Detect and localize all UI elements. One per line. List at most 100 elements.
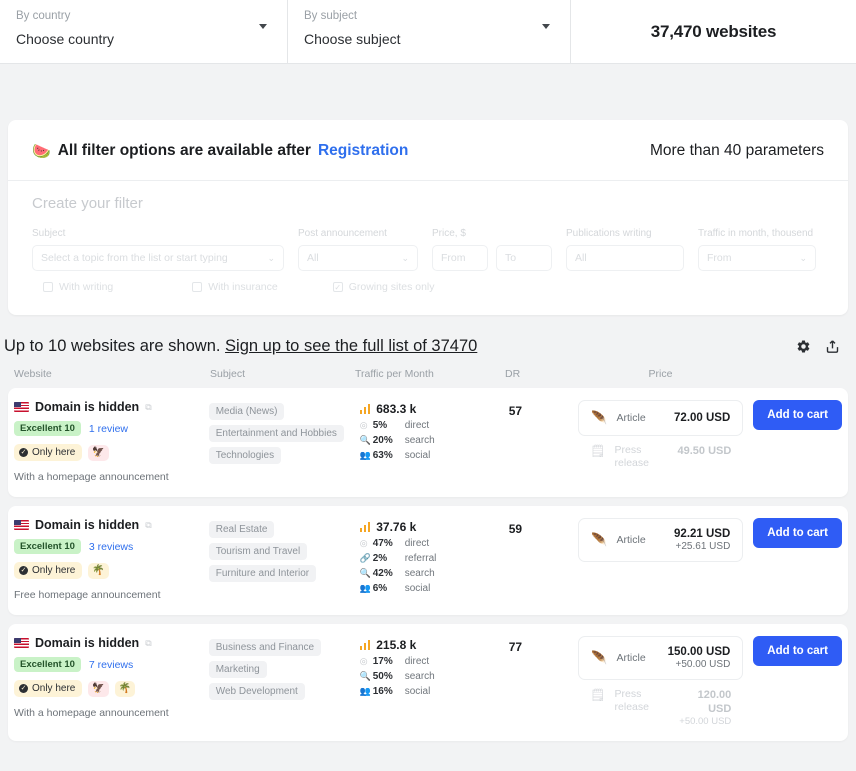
traffic-source: ◎ 5% direct: [360, 420, 509, 431]
secondary-price-amount: 120.00 USD +50.00 USD: [679, 689, 732, 727]
check-icon: ✓: [19, 566, 28, 575]
dr-cell: 77: [509, 636, 577, 727]
add-to-cart-button[interactable]: Add to cart: [753, 636, 842, 666]
primary-price[interactable]: 🪶 Article 150.00 USD +50.00 USD: [578, 636, 744, 680]
subject-tag[interactable]: Furniture and Interior: [208, 565, 317, 582]
traffic-source-name: direct: [404, 420, 430, 431]
signup-link[interactable]: Sign up to see the full list of 37470: [225, 337, 477, 355]
traffic-source: 🔍 20% search: [360, 435, 509, 446]
pub-field-label: Publications writing: [566, 228, 652, 239]
primary-price[interactable]: 🪶 Article 92.21 USD +25.61 USD: [578, 518, 744, 562]
external-link-icon[interactable]: ⧉: [145, 638, 151, 649]
secondary-price[interactable]: 🗒 Press release 120.00 USD +50.00 USD: [578, 680, 743, 727]
traffic-source: ◎ 47% direct: [360, 538, 509, 549]
traffic-source-name: direct: [404, 538, 430, 549]
traffic-source: 👥 6% social: [360, 583, 509, 594]
traffic-field-label: Traffic in month, thousend: [698, 228, 814, 239]
subject-value: Choose subject: [304, 31, 401, 47]
document-icon: 🗒: [590, 688, 606, 702]
post-field-label: Post announcement: [298, 228, 387, 239]
col-dr: DR: [505, 368, 521, 380]
registration-link[interactable]: Registration: [318, 142, 408, 160]
subject-tag[interactable]: Business and Finance: [208, 639, 322, 656]
dr-cell: 59: [509, 518, 577, 601]
traffic-source-pct: 50%: [372, 671, 393, 682]
dr-value: 59: [508, 522, 523, 536]
feather-icon: 🪶: [591, 410, 608, 425]
secondary-price[interactable]: 🗒 Press release 49.50 USD: [578, 436, 743, 470]
search-icon: 🔍: [359, 671, 371, 681]
bar-chart-icon: [359, 404, 371, 414]
checkbox-with-writing[interactable]: With writing: [43, 281, 113, 293]
primary-price-type: Article: [616, 534, 646, 546]
bar-chart-icon: [359, 522, 371, 532]
search-icon: 🔍: [359, 568, 371, 578]
traffic-field-value: From: [707, 252, 732, 264]
website-note: With a homepage announcement: [14, 707, 169, 719]
traffic-cell: 37.76 k ◎ 47% direct 🔗 2% referral 🔍 42%…: [359, 518, 509, 601]
traffic-source: 👥 16% social: [360, 686, 509, 697]
traffic-source-pct: 63%: [372, 450, 393, 461]
subject-tag[interactable]: Tourism and Travel: [208, 543, 308, 560]
field-post-announcement: Post announcement All ⌄: [298, 228, 418, 271]
add-to-cart-button[interactable]: Add to cart: [753, 518, 842, 548]
subject-tag[interactable]: Web Development: [208, 683, 305, 700]
country-selector[interactable]: By country Choose country: [0, 0, 288, 63]
website-cell: Domain is hidden ⧉ Excellent 10 7 review…: [8, 636, 209, 727]
price-cell: 🪶 Article 92.21 USD +25.61 USD Add to car…: [576, 518, 848, 601]
subject-selector[interactable]: By subject Choose subject: [288, 0, 571, 63]
reviews-link[interactable]: 1 review: [89, 423, 128, 435]
chevron-down-icon: ⌄: [799, 252, 807, 263]
traffic-source-name: social: [404, 686, 431, 697]
external-link-icon[interactable]: ⧉: [145, 402, 151, 413]
external-link-icon[interactable]: ⧉: [145, 520, 151, 531]
filter-promo-title: All filter options are available after: [57, 142, 311, 159]
filter-card-header: 🍉 All filter options are available after…: [8, 120, 848, 181]
only-here-badge: ✓ Only here: [14, 680, 83, 697]
col-traffic: Traffic per Month: [355, 368, 434, 380]
traffic-cell: 683.3 k ◎ 5% direct 🔍 20% search 👥 63% s…: [359, 400, 509, 483]
secondary-price-type: Press release: [614, 444, 649, 469]
subject-tag[interactable]: Media (News): [208, 403, 285, 420]
chevron-down-icon: ⌄: [267, 252, 275, 263]
price-to-input[interactable]: To: [496, 245, 552, 271]
subject-field-input[interactable]: Select a topic from the list or start ty…: [32, 245, 284, 271]
traffic-source: 🔍 50% search: [360, 671, 509, 682]
traffic-field-input[interactable]: From ⌄: [698, 245, 816, 271]
pub-field-input[interactable]: All: [566, 245, 684, 271]
search-icon: 🔍: [359, 435, 371, 445]
price-from-input[interactable]: From: [432, 245, 488, 271]
table-header: Website Subject Traffic per Month DR Pri…: [0, 368, 856, 388]
subject-tag[interactable]: Entertainment and Hobbies: [208, 425, 344, 442]
badge-chip: 🌴: [114, 680, 136, 697]
parameters-note: More than 40 parameters: [649, 142, 824, 159]
subject-field-placeholder: Select a topic from the list or start ty…: [41, 252, 228, 264]
badge-chip: 🦅: [88, 444, 109, 461]
website-note: With a homepage announcement: [14, 471, 169, 483]
gear-icon[interactable]: [796, 339, 811, 354]
checkbox-growing-sites[interactable]: ✓ Growing sites only: [332, 281, 435, 293]
country-label: By country: [16, 10, 71, 22]
only-here-badge: ✓ Only here: [14, 444, 83, 461]
post-field-input[interactable]: All ⌄: [298, 245, 418, 271]
filter-card: 🍉 All filter options are available after…: [8, 120, 848, 315]
subject-tag[interactable]: Technologies: [208, 447, 282, 464]
domain-name: Domain is hidden: [35, 518, 140, 532]
checkbox-with-insurance[interactable]: With insurance: [192, 281, 278, 293]
price-cell: 🪶 Article 150.00 USD +50.00 USD Add to ca…: [576, 636, 848, 727]
add-to-cart-button[interactable]: Add to cart: [753, 400, 842, 430]
subject-tag[interactable]: Marketing: [208, 661, 267, 678]
reviews-link[interactable]: 7 reviews: [89, 659, 133, 671]
checkbox-growing-sites-label: Growing sites only: [348, 281, 435, 293]
export-icon[interactable]: [825, 339, 840, 354]
traffic-source-pct: 5%: [372, 420, 388, 431]
primary-price[interactable]: 🪶 Article 72.00 USD: [578, 400, 744, 436]
price-cell: 🪶 Article 72.00 USD Add to cart 🗒 Press …: [576, 400, 848, 483]
country-value: Choose country: [16, 31, 115, 47]
domain-name: Domain is hidden: [35, 400, 140, 414]
table-row: Domain is hidden ⧉ Excellent 10 7 review…: [8, 624, 848, 741]
col-website: Website: [14, 368, 52, 380]
bar-chart-icon: [359, 640, 371, 650]
subject-tag[interactable]: Real Estate: [208, 521, 275, 538]
reviews-link[interactable]: 3 reviews: [89, 541, 133, 553]
